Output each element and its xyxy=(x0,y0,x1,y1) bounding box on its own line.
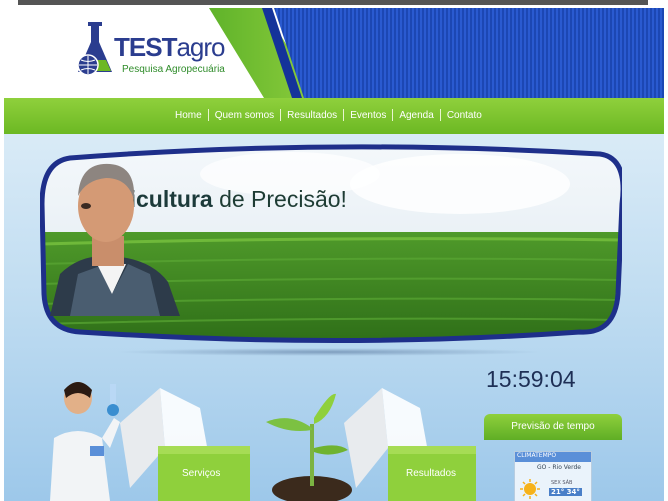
weather-widget[interactable]: Previsão de tempo CLIMATEMPO GO - Rio Ve… xyxy=(484,414,622,501)
farmer-photo xyxy=(50,163,180,316)
logo-brand-bold: TEST xyxy=(114,32,177,62)
nav-item-quem-somos[interactable]: Quem somos xyxy=(209,110,280,121)
seedling-illustration xyxy=(266,388,476,501)
flask-globe-icon xyxy=(77,22,112,76)
sun-icon xyxy=(520,479,540,499)
banner-shadow xyxy=(114,348,544,356)
services-card[interactable]: Serviços xyxy=(40,368,250,501)
weather-brand: CLIMATEMPO xyxy=(515,452,591,462)
nav-item-resultados[interactable]: Resultados xyxy=(281,110,343,121)
results-card[interactable]: Resultados xyxy=(260,368,476,501)
main-nav: Home Quem somos Resultados Eventos Agend… xyxy=(4,98,664,134)
scientist-illustration xyxy=(50,382,250,501)
weather-panel: CLIMATEMPO GO - Rio Verde SEX SÁB 21° 34… xyxy=(514,451,592,501)
nav-item-home[interactable]: Home xyxy=(169,110,208,121)
site-header: TESTagro Pesquisa Agropecuária xyxy=(4,8,664,98)
logo-tagline: Pesquisa Agropecuária xyxy=(122,64,225,75)
clock-display: 15:59:04 xyxy=(486,366,576,392)
services-label: Serviços xyxy=(182,468,221,479)
banner-headline-rest: de Precisão! xyxy=(212,186,347,212)
page: TESTagro Pesquisa Agropecuária Home Quem… xyxy=(4,8,664,501)
weather-header: Previsão de tempo xyxy=(484,414,622,440)
weather-city: GO - Rio Verde xyxy=(537,464,581,471)
weather-temps: 21° 34° xyxy=(549,488,582,496)
results-label: Resultados xyxy=(406,468,457,479)
nav-list: Home Quem somos Resultados Eventos Agend… xyxy=(169,109,488,121)
weather-title: Previsão de tempo xyxy=(511,421,595,432)
window-top-bar xyxy=(18,0,648,5)
logo-wordmark: TESTagro xyxy=(114,32,226,63)
nav-item-agenda[interactable]: Agenda xyxy=(393,110,439,121)
weather-days: SEX SÁB xyxy=(551,480,573,486)
hero-banner[interactable]: Agricultura de Precisão! xyxy=(40,144,622,344)
site-logo[interactable]: TESTagro Pesquisa Agropecuária xyxy=(76,20,226,82)
header-blue-panel xyxy=(274,8,664,98)
nav-item-eventos[interactable]: Eventos xyxy=(344,110,392,121)
logo-brand-light: agro xyxy=(176,32,225,62)
nav-item-contato[interactable]: Contato xyxy=(441,110,488,121)
